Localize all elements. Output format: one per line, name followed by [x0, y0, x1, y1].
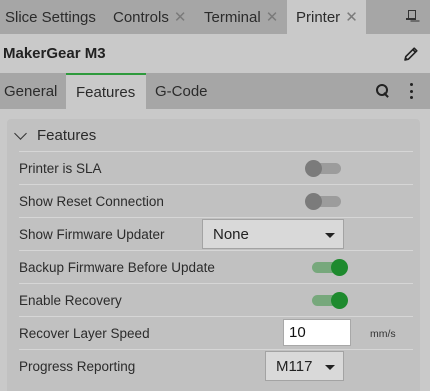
setting-row-recover-layer-speed: Recover Layer Speed 10 mm/s	[19, 316, 413, 349]
subtab-label: General	[4, 82, 58, 100]
close-icon[interactable]: ✕	[174, 8, 187, 26]
setting-row-show-firmware-updater: Show Firmware Updater None	[19, 217, 413, 250]
caret-down-icon	[325, 233, 335, 238]
subtab-gcode[interactable]: G-Code	[146, 73, 216, 109]
setting-label: Backup Firmware Before Update	[19, 259, 215, 275]
subtab-tools	[216, 73, 430, 109]
setting-row-printer-is-sla: Printer is SLA	[19, 151, 413, 184]
pin-icon[interactable]	[406, 10, 416, 24]
show-reset-connection-toggle[interactable]	[305, 193, 343, 210]
recover-layer-speed-input[interactable]: 10	[283, 319, 351, 346]
tab-controls[interactable]: Controls ✕	[104, 0, 195, 34]
tab-printer[interactable]: Printer ✕	[287, 0, 366, 34]
chevron-down-icon	[14, 126, 27, 140]
caret-down-icon	[325, 365, 335, 370]
setting-label: Show Reset Connection	[19, 193, 164, 209]
printer-header: MakerGear M3	[0, 34, 430, 73]
tab-terminal[interactable]: Terminal ✕	[195, 0, 287, 34]
setting-row-show-reset-connection: Show Reset Connection	[19, 184, 413, 217]
more-options-icon[interactable]	[409, 83, 413, 99]
tab-label: Controls	[113, 8, 169, 26]
features-panel: Features Printer is SLA Show Reset Conne…	[7, 119, 420, 391]
setting-label: Show Firmware Updater	[19, 226, 165, 242]
printer-sub-tabs: General Features G-Code	[0, 73, 430, 109]
features-section-header[interactable]: Features	[7, 119, 420, 151]
pencil-icon[interactable]	[402, 45, 420, 63]
close-icon[interactable]: ✕	[266, 8, 279, 26]
printer-is-sla-toggle[interactable]	[305, 160, 343, 177]
tab-label: Printer	[296, 8, 341, 26]
subtab-label: G-Code	[155, 82, 208, 100]
search-icon[interactable]	[376, 84, 390, 98]
tab-slice-settings[interactable]: Slice Settings	[0, 0, 104, 34]
settings-content: Features Printer is SLA Show Reset Conne…	[0, 109, 430, 391]
dropdown-value: None	[213, 225, 249, 243]
subtab-label: Features	[76, 83, 136, 101]
printer-name: MakerGear M3	[3, 45, 106, 62]
main-tab-strip: Slice Settings Controls ✕ Terminal ✕ Pri…	[0, 0, 430, 34]
tab-label: Terminal	[204, 8, 261, 26]
subtab-features[interactable]: Features	[66, 73, 146, 109]
progress-reporting-dropdown[interactable]: M117	[265, 351, 344, 381]
setting-label: Progress Reporting	[19, 358, 136, 374]
setting-label: Printer is SLA	[19, 160, 102, 176]
setting-label: Recover Layer Speed	[19, 325, 150, 341]
setting-label: Enable Recovery	[19, 292, 122, 308]
units-label: mm/s	[370, 328, 396, 340]
subtab-general[interactable]: General	[0, 73, 66, 109]
tab-strip-actions	[366, 0, 430, 34]
section-title: Features	[37, 126, 97, 144]
setting-row-enable-recovery: Enable Recovery	[19, 283, 413, 316]
tab-label: Slice Settings	[5, 8, 96, 26]
close-icon[interactable]: ✕	[345, 8, 358, 26]
input-value: 10	[289, 324, 306, 341]
setting-row-progress-reporting: Progress Reporting M117	[19, 349, 413, 382]
setting-row-backup-firmware: Backup Firmware Before Update	[19, 250, 413, 283]
backup-firmware-toggle[interactable]	[310, 259, 348, 276]
dropdown-value: M117	[276, 357, 313, 375]
firmware-updater-dropdown[interactable]: None	[202, 219, 344, 249]
enable-recovery-toggle[interactable]	[310, 292, 348, 309]
